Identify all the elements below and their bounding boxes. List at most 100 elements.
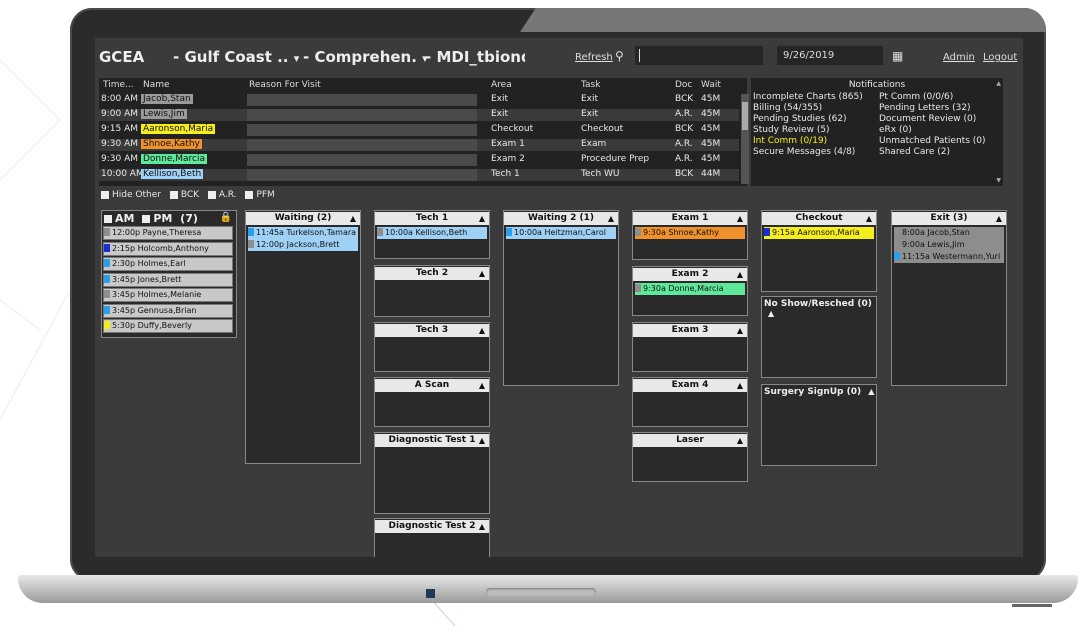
appointment-card[interactable]: 3:45p Gennusa,Brian: [103, 303, 233, 318]
schedule-scroll-thumb[interactable]: [742, 102, 748, 130]
appointment-card[interactable]: 10:00a Heitzman,Carol: [506, 227, 616, 239]
status-color: [894, 240, 900, 248]
org-name: GCEA: [99, 48, 145, 66]
row-name[interactable]: Lewis,Jim: [141, 109, 187, 119]
am-checkbox[interactable]: [104, 215, 112, 223]
notification-item[interactable]: Pending Studies (62): [753, 114, 847, 124]
col-header-doc[interactable]: Doc: [675, 80, 692, 92]
status-color: [104, 290, 110, 298]
notification-item[interactable]: Shared Care (2): [879, 147, 950, 157]
logout-link[interactable]: Logout: [983, 52, 1017, 63]
appointment-card[interactable]: 9:30a Donne,Marcia: [635, 283, 745, 295]
user-name: - MDI_tbiondc: [425, 48, 525, 66]
notification-item[interactable]: eRx (0): [879, 125, 912, 135]
panel-title: Diagnostic Test 1 ▲: [375, 434, 489, 447]
appointment-card[interactable]: 3:45p Jones,Brett: [103, 272, 233, 287]
ar-label: A.R.: [218, 190, 237, 200]
pfm-checkbox[interactable]: PFM: [245, 190, 275, 200]
notification-item[interactable]: Secure Messages (4/8): [753, 147, 855, 157]
table-row[interactable]: 10:00 AM Kellison,Beth Tech 1 Tech WU BCK 44M: [99, 169, 739, 181]
collapse-arrow-icon[interactable]: ▲: [350, 212, 356, 225]
collapse-arrow-icon[interactable]: ▲: [479, 379, 485, 392]
col-header-task[interactable]: Task: [581, 80, 600, 92]
appointment-card[interactable]: 8:00a Jacob,Stan: [894, 227, 1004, 239]
notification-item[interactable]: Document Review (0): [879, 114, 976, 124]
collapse-arrow-icon[interactable]: ▲: [479, 212, 485, 225]
collapse-arrow-icon[interactable]: ▲: [479, 324, 485, 337]
row-area: Exit: [491, 94, 509, 104]
scroll-up-icon[interactable]: ▲: [996, 80, 1001, 87]
notification-item[interactable]: Pt Comm (0/0/6): [879, 92, 953, 102]
hide-other-checkbox[interactable]: Hide Other: [101, 190, 161, 200]
collapse-arrow-icon[interactable]: ▲: [737, 434, 743, 447]
appointment-card[interactable]: 2:30p Holmes,Earl: [103, 257, 233, 271]
table-row[interactable]: 9:15 AM Aaronson,Maria Checkout Checkout BCK…: [99, 124, 739, 136]
appointment-card[interactable]: 12:00p Jackson,Brett: [248, 239, 358, 251]
table-row[interactable]: 9:00 AM Lewis,Jim Exit Exit A.R. 45M: [99, 109, 739, 121]
collapse-arrow-icon[interactable]: ▲: [479, 267, 485, 280]
status-color: [377, 228, 383, 236]
table-row[interactable]: 9:30 AM Shnoe,Kathy Exam 1 Exam A.R. 45M: [99, 139, 739, 151]
table-row[interactable]: 8:00 AM Jacob,Stan Exit Exit BCK 45M: [99, 94, 739, 106]
location-select[interactable]: - Gulf Coast .. ▾: [173, 48, 299, 66]
appointment-card[interactable]: 10:00a Kellison,Beth: [377, 227, 487, 239]
notification-item[interactable]: Incomplete Charts (865): [753, 92, 863, 102]
appointment-card[interactable]: 5:30p Duffy,Beverly: [103, 319, 233, 333]
date-field[interactable]: 9/26/2019: [777, 46, 883, 65]
status-color: [104, 228, 110, 236]
scroll-down-icon[interactable]: ▼: [996, 177, 1001, 184]
ar-checkbox[interactable]: A.R.: [207, 190, 237, 200]
panel-title-text: Checkout: [795, 213, 843, 223]
collapse-arrow-icon[interactable]: ▲: [996, 212, 1002, 225]
notification-item[interactable]: Study Review (5): [753, 125, 830, 135]
bck-checkbox[interactable]: BCK: [169, 190, 199, 200]
panel-tech2: Tech 2 ▲: [374, 265, 490, 317]
col-header-time[interactable]: Time...: [103, 80, 134, 92]
appointment-card[interactable]: 9:30a Shnoe,Kathy: [635, 227, 745, 239]
collapse-arrow-icon[interactable]: ▲: [479, 520, 485, 533]
appointment-card[interactable]: 12:00p Payne,Theresa: [103, 226, 233, 240]
appointment-card[interactable]: 11:45a Turkelson,Tamara: [248, 227, 358, 239]
appointment-card[interactable]: 9:15a Aaronson,Maria: [764, 227, 874, 239]
collapse-arrow-icon[interactable]: ▲: [868, 387, 874, 396]
row-name[interactable]: Aaronson,Maria: [141, 124, 216, 134]
lock-icon[interactable]: 🔒: [220, 212, 232, 223]
row-area: Tech 1: [491, 169, 520, 179]
panel-waiting2: Waiting 2 (1) ▲ 10:00a Heitzman,Carol: [503, 210, 619, 386]
notification-item[interactable]: Unmatched Patients (0): [879, 136, 986, 146]
collapse-arrow-icon[interactable]: ▲: [737, 379, 743, 392]
collapse-arrow-icon[interactable]: ▲: [768, 309, 774, 318]
col-header-reason[interactable]: Reason For Visit: [249, 80, 321, 92]
notification-item[interactable]: Billing (54/355): [753, 103, 822, 113]
collapse-arrow-icon[interactable]: ▲: [608, 212, 614, 225]
doctor-filters: Hide Other BCK A.R. PFM: [101, 190, 275, 200]
notification-item[interactable]: Int Comm (0/19): [753, 136, 827, 146]
row-name[interactable]: Jacob,Stan: [141, 94, 193, 104]
appointment-card[interactable]: 9:00a Lewis,Jim: [894, 239, 1004, 251]
col-header-wait[interactable]: Wait: [701, 80, 721, 92]
collapse-arrow-icon[interactable]: ▲: [737, 324, 743, 337]
search-input[interactable]: [635, 46, 763, 65]
notification-item[interactable]: Pending Letters (32): [879, 103, 971, 113]
row-name[interactable]: Kellison,Beth: [141, 169, 204, 179]
calendar-icon[interactable]: ▦: [892, 49, 903, 63]
pm-checkbox[interactable]: [142, 215, 151, 223]
admin-link[interactable]: Admin: [943, 52, 975, 63]
appointment-card[interactable]: 3:45p Holmes,Melanie: [103, 288, 233, 302]
table-row[interactable]: 9:30 AM Donne,Marcia Exam 2 Procedure Prep A…: [99, 154, 739, 166]
collapse-arrow-icon[interactable]: ▲: [737, 212, 743, 225]
row-name[interactable]: Donne,Marcia: [141, 154, 207, 164]
collapse-arrow-icon[interactable]: ▲: [866, 212, 872, 225]
row-reason: [247, 124, 477, 136]
col-header-name[interactable]: Name: [143, 80, 170, 92]
search-icon[interactable]: ⚲: [615, 49, 624, 63]
refresh-link[interactable]: Refresh: [575, 52, 613, 63]
row-name[interactable]: Shnoe,Kathy: [141, 139, 202, 149]
practice-select[interactable]: - Comprehen. ▾: [303, 48, 428, 66]
collapse-arrow-icon[interactable]: ▲: [737, 268, 743, 281]
row-wait: 45M: [701, 94, 721, 104]
collapse-arrow-icon[interactable]: ▲: [479, 434, 485, 447]
appointment-card[interactable]: 11:15a Westermann,Yuri: [894, 251, 1004, 263]
appointment-card[interactable]: 2:15p Holcomb,Anthony: [103, 241, 233, 256]
col-header-area[interactable]: Area: [491, 80, 512, 92]
